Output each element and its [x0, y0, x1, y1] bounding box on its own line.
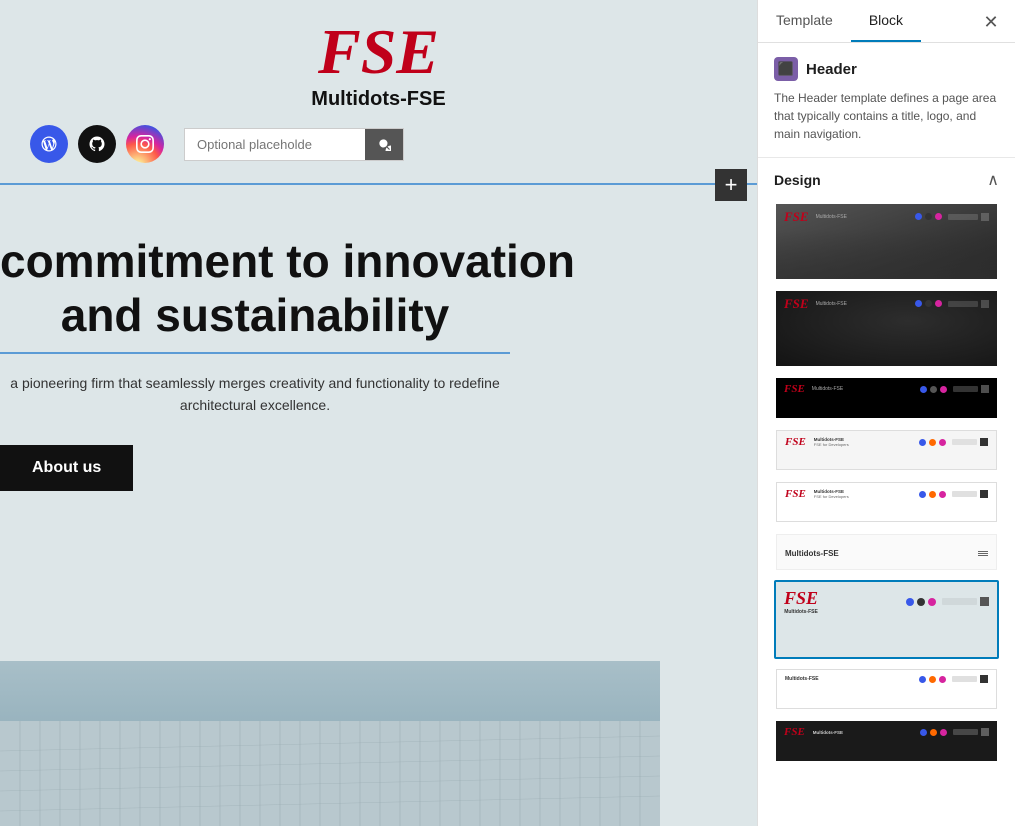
- template-thumb-2[interactable]: FSE Multidots-FSE: [774, 289, 999, 368]
- tab-template[interactable]: Template: [758, 0, 851, 42]
- template-grid: FSE Multidots-FSE: [774, 202, 999, 763]
- template-thumb-9[interactable]: FSE Multidots-FSE: [774, 719, 999, 763]
- tab-block[interactable]: Block: [851, 0, 921, 42]
- template-thumb-5[interactable]: FSE Multidots-FSE FSE for Developers: [774, 480, 999, 524]
- instagram-icon[interactable]: [126, 125, 164, 163]
- right-panel: Template Block ✕ ⬛ Header The Header tem…: [757, 0, 1015, 826]
- collapse-design-button[interactable]: ∧: [987, 170, 999, 190]
- site-title: Multidots-FSE: [311, 88, 445, 111]
- hero-description: a pioneering firm that seamlessly merges…: [0, 372, 510, 417]
- thumb-minimal-logo: Multidots-FSE: [785, 549, 839, 558]
- site-logo: FSE: [318, 20, 439, 84]
- main-canvas: FSE Multidots-FSE +: [0, 0, 757, 826]
- block-header-row: ⬛ Header: [774, 57, 999, 81]
- header-bottom: [30, 125, 727, 163]
- site-header: FSE Multidots-FSE +: [0, 0, 757, 185]
- hero-title-line1: commitment to innovation: [0, 235, 757, 288]
- design-header: Design ∧: [774, 170, 999, 190]
- search-bar[interactable]: [184, 128, 404, 161]
- block-name-label: Header: [806, 61, 857, 78]
- design-title: Design: [774, 172, 821, 188]
- add-block-button[interactable]: +: [715, 169, 747, 201]
- template-thumb-7[interactable]: FSE Multidots-FSE: [774, 580, 999, 659]
- design-section: Design ∧ FSE Multidots-FSE: [758, 158, 1015, 826]
- github-icon[interactable]: [78, 125, 116, 163]
- panel-tabs: Template Block ✕: [758, 0, 1015, 43]
- social-icons: [30, 125, 164, 163]
- wordpress-icon[interactable]: [30, 125, 68, 163]
- block-description: The Header template defines a page area …: [774, 89, 999, 143]
- block-info: ⬛ Header The Header template defines a p…: [758, 43, 1015, 158]
- hero-section: commitment to innovation and sustainabil…: [0, 185, 757, 521]
- header-block-icon: ⬛: [774, 57, 798, 81]
- template-thumb-4[interactable]: FSE Multidots-FSE FSE for Developers: [774, 428, 999, 472]
- hero-title-line2: and sustainability: [0, 288, 510, 342]
- search-button[interactable]: [365, 129, 403, 160]
- template-thumb-1[interactable]: FSE Multidots-FSE: [774, 202, 999, 281]
- building-image: [0, 661, 660, 826]
- template-thumb-6[interactable]: Multidots-FSE: [774, 532, 999, 572]
- thumb-hamburger-icon: [978, 551, 988, 556]
- template-thumb-8[interactable]: Multidots-FSE: [774, 667, 999, 711]
- template-thumb-3[interactable]: FSE Multidots-FSE: [774, 376, 999, 420]
- about-us-button[interactable]: About us: [0, 445, 133, 491]
- search-input[interactable]: [185, 129, 365, 160]
- close-panel-button[interactable]: ✕: [977, 8, 1005, 36]
